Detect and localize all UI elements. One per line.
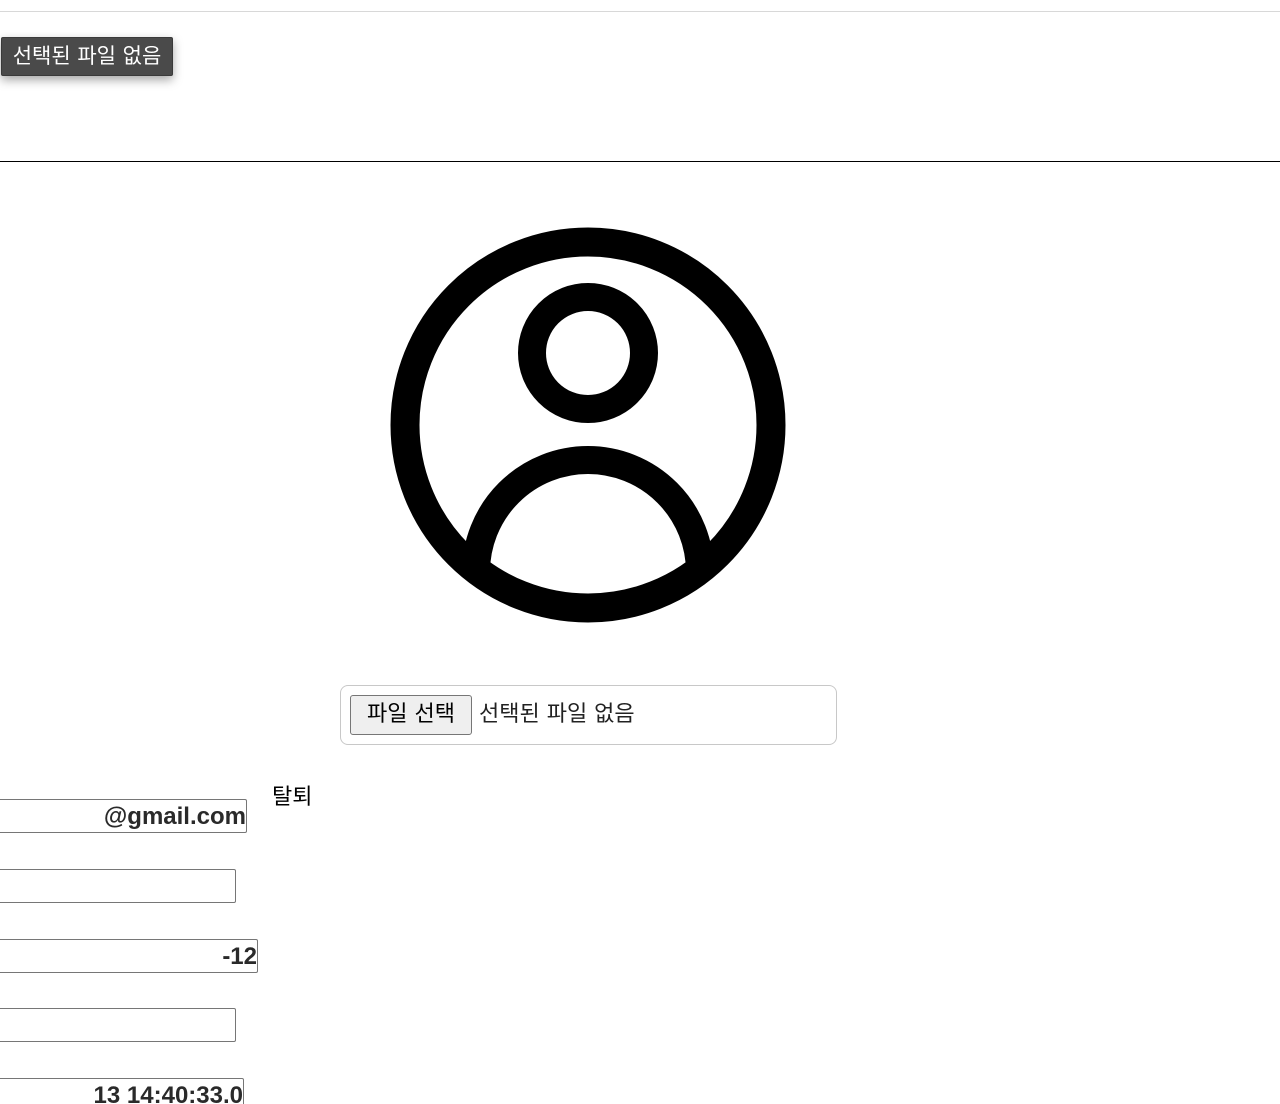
choose-file-button[interactable]: 파일 선택 xyxy=(350,695,472,735)
date-field[interactable]: -12 xyxy=(0,939,258,973)
email-value: @gmail.com xyxy=(103,803,246,830)
date-value: -12 xyxy=(222,943,257,970)
user-circle-icon xyxy=(390,227,786,623)
file-tooltip: 선택된 파일 없음 xyxy=(1,37,173,76)
timestamp-field[interactable]: 13 14:40:33.0 xyxy=(0,1078,244,1104)
top-divider xyxy=(0,11,1280,12)
header-divider xyxy=(0,161,1280,162)
text-field-4[interactable] xyxy=(0,1008,236,1042)
profile-image-file-input[interactable]: 파일 선택 선택된 파일 없음 xyxy=(340,685,837,745)
text-field-2[interactable] xyxy=(0,869,236,903)
email-field[interactable]: @gmail.com xyxy=(0,799,247,833)
file-status-text: 선택된 파일 없음 xyxy=(479,702,635,727)
timestamp-value: 13 14:40:33.0 xyxy=(93,1082,243,1104)
withdraw-button[interactable]: 탈퇴 xyxy=(272,782,312,814)
